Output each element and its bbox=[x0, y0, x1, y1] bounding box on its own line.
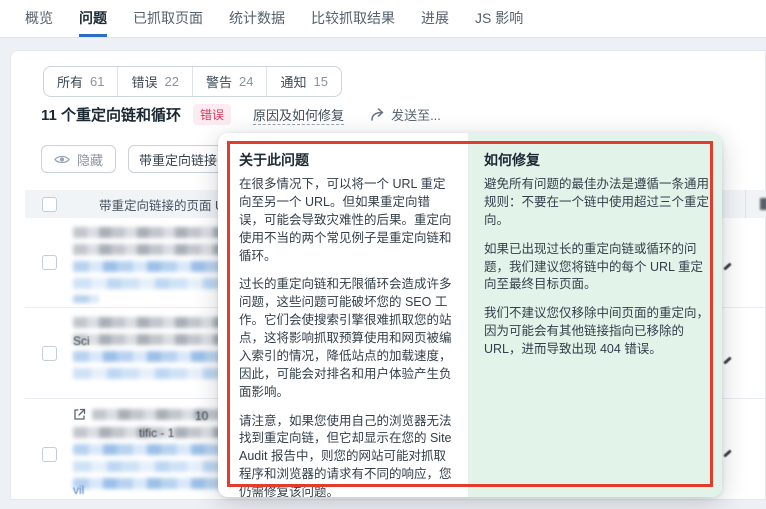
about-paragraph: 过长的重定向链和无限循环会造成许多问题，这些问题可能破坏您的 SEO 工作。它们… bbox=[239, 276, 452, 401]
column-divider bbox=[745, 190, 746, 218]
eye-icon bbox=[54, 154, 70, 165]
row-checkbox[interactable] bbox=[42, 447, 57, 462]
censored-text-fragment: 10 bbox=[195, 409, 208, 423]
hide-button[interactable]: 隐藏 bbox=[41, 145, 116, 173]
row-checkbox[interactable] bbox=[42, 346, 57, 361]
filter-warnings[interactable]: 警告 24 bbox=[193, 67, 267, 96]
filter-errors[interactable]: 错误 22 bbox=[118, 67, 192, 96]
select-all-checkbox[interactable] bbox=[42, 197, 57, 212]
fix-paragraph: 避免所有问题的最佳办法是遵循一条通用规则：不要在一个链中使用超过三个重定向。 bbox=[484, 176, 710, 230]
tab-issues[interactable]: 问题 bbox=[79, 0, 107, 37]
censored-text-fragment: Sci bbox=[73, 334, 90, 348]
tab-crawled-pages[interactable]: 已抓取页面 bbox=[133, 0, 203, 37]
tab-compare-crawls[interactable]: 比较抓取结果 bbox=[311, 0, 395, 37]
tab-js-impact[interactable]: JS 影响 bbox=[475, 0, 523, 37]
issue-info-popover: 关于此问题 在很多情况下，可以将一个 URL 重定向至另一个 URL。但如果重定… bbox=[218, 133, 722, 497]
tab-statistics[interactable]: 统计数据 bbox=[229, 0, 285, 37]
tab-overview[interactable]: 概览 bbox=[25, 0, 53, 37]
severity-filter-group: 所有 61 错误 22 警告 24 通知 15 bbox=[43, 66, 342, 97]
external-link-icon[interactable] bbox=[73, 408, 86, 421]
top-navigation: 概览 问题 已抓取页面 统计数据 比较抓取结果 进展 JS 影响 bbox=[0, 0, 766, 38]
why-and-how-to-fix-link[interactable]: 原因及如何修复 bbox=[253, 105, 344, 125]
how-to-fix-section: 如何修复 避免所有问题的最佳办法是遵循一条通用规则：不要在一个链中使用超过三个重… bbox=[468, 133, 722, 497]
filter-notices[interactable]: 通知 15 bbox=[267, 67, 340, 96]
filter-all[interactable]: 所有 61 bbox=[44, 67, 118, 96]
about-paragraph: 在很多情况下，可以将一个 URL 重定向至另一个 URL。但如果重定向错误，可能… bbox=[239, 176, 452, 265]
issue-heading-row: 11 个重定向链和循环 错误 原因及如何修复 发送至... bbox=[41, 104, 441, 125]
about-paragraph: 请注意，如果您使用自己的浏览器无法找到重定向链，但它却显示在您的 Site Au… bbox=[239, 413, 452, 498]
fix-paragraph: 如果已出现过长的重定向链或循环的问题，我们建议您将链中的每个 URL 重定向至最… bbox=[484, 241, 710, 295]
censored-text-fragment: vil bbox=[73, 483, 84, 497]
fix-paragraph: 我们不建议您仅移除中间页面的重定向，因为可能会有其他链接指向已移除的 URL，进… bbox=[484, 305, 710, 359]
clipped-column-header-fragment bbox=[760, 198, 766, 210]
about-title: 关于此问题 bbox=[239, 150, 452, 170]
send-arrow-icon bbox=[370, 108, 385, 121]
error-badge: 错误 bbox=[193, 104, 231, 125]
about-this-issue-section: 关于此问题 在很多情况下，可以将一个 URL 重定向至另一个 URL。但如果重定… bbox=[218, 133, 468, 497]
censored-text-fragment: tific - 1 bbox=[139, 426, 174, 440]
row-checkbox[interactable] bbox=[42, 255, 57, 270]
tab-progress[interactable]: 进展 bbox=[421, 0, 449, 37]
issue-title: 11 个重定向链和循环 bbox=[41, 104, 181, 125]
send-to-button[interactable]: 发送至... bbox=[370, 105, 441, 124]
fix-title: 如何修复 bbox=[484, 150, 710, 170]
